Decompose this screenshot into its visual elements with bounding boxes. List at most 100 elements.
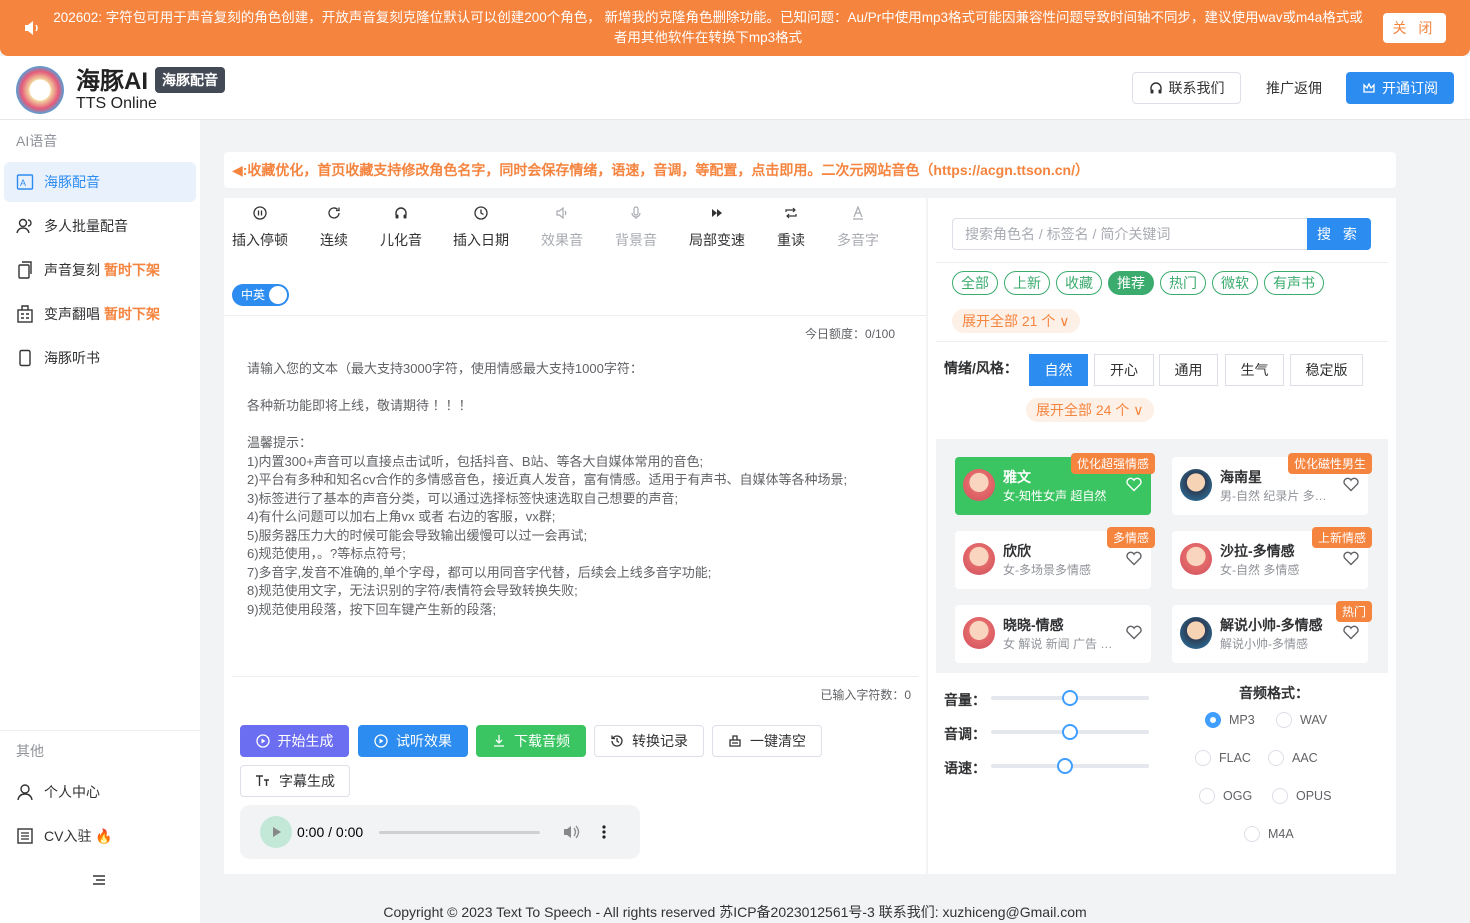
emotion-option[interactable]: 开心 <box>1094 354 1154 386</box>
radio-dot[interactable] <box>1205 712 1221 728</box>
radio-dot[interactable] <box>1272 788 1288 804</box>
voice-avatar <box>1180 469 1212 501</box>
subscribe-label: 开通订阅 <box>1382 80 1438 96</box>
volume-slider[interactable] <box>991 690 1149 706</box>
contact-button[interactable]: 联系我们 <box>1132 72 1241 104</box>
tool-polyphone[interactable]: 多音字 <box>837 206 879 250</box>
voice-card[interactable]: 海南星 男-自然 纪录片 多情感 优化磁性男生 <box>1172 453 1372 515</box>
tool-erhua[interactable]: 儿化音 <box>380 206 422 250</box>
player-time: 0:00 / 0:00 <box>297 824 364 840</box>
format-radio[interactable]: AAC <box>1268 750 1318 766</box>
radio-dot[interactable] <box>1244 826 1260 842</box>
expand-emotions-button[interactable]: 展开全部 24 个 ∨ <box>1026 398 1154 422</box>
voice-card[interactable]: 雅文 女-知性女声 超自然 优化超强情感 <box>955 453 1155 515</box>
tool-insert-date[interactable]: 插入日期 <box>453 206 509 250</box>
voice-search-input[interactable]: 搜索角色名 / 标签名 / 简介关键词 <box>952 218 1308 250</box>
favorite-heart-icon[interactable] <box>1125 623 1143 641</box>
voice-card[interactable]: 欣欣 女-多场景多情感 多情感 <box>955 527 1155 589</box>
favorite-heart-icon[interactable] <box>1342 623 1360 641</box>
voice-badge: 上新情感 <box>1311 527 1372 548</box>
menu-collapse-icon[interactable] <box>92 873 106 887</box>
more-options-icon[interactable] <box>599 824 609 840</box>
emotion-option[interactable]: 通用 <box>1159 354 1218 386</box>
tag-filter[interactable]: 微软 <box>1212 271 1258 295</box>
generate-button[interactable]: 开始生成 <box>240 725 349 757</box>
format-radio[interactable]: M4A <box>1244 826 1294 842</box>
tool-background-sound[interactable]: 背景音 <box>615 206 657 250</box>
subscribe-button[interactable]: 开通订阅 <box>1346 72 1454 104</box>
download-icon <box>494 735 504 747</box>
tool-continuous[interactable]: 连续 <box>320 206 348 250</box>
sidebar-item-voice-cover[interactable]: 变声翻唱 暂时下架 <box>4 294 196 334</box>
tag-filter[interactable]: 热门 <box>1160 271 1206 295</box>
tag-filter[interactable]: 收藏 <box>1056 271 1102 295</box>
format-radio[interactable]: OPUS <box>1272 788 1331 804</box>
expand-tags-button[interactable]: 展开全部 21 个 ∨ <box>952 309 1080 333</box>
editor-divider <box>232 676 918 677</box>
voice-card[interactable]: 解说小帅-多情感 解说小帅-多情感 热门 <box>1172 601 1372 663</box>
sidebar-item-audiobook[interactable]: 海豚听书 <box>4 338 196 378</box>
format-radio[interactable]: FLAC <box>1195 750 1251 766</box>
slider-thumb[interactable] <box>1057 758 1074 774</box>
volume-icon[interactable] <box>563 824 580 840</box>
speaker-icon <box>25 21 38 35</box>
format-radio[interactable]: OGG <box>1199 788 1252 804</box>
subtitle-button[interactable]: 字幕生成 <box>240 765 350 797</box>
tool-stress[interactable]: 重读 <box>777 206 805 250</box>
sidebar-item-dubbing[interactable]: A 海豚配音 <box>4 162 196 202</box>
dubbing-icon: A <box>16 174 34 190</box>
tool-sound-effect[interactable]: 效果音 <box>541 206 583 250</box>
pitch-slider[interactable] <box>991 724 1149 740</box>
favorite-heart-icon[interactable] <box>1125 475 1143 493</box>
favorite-heart-icon[interactable] <box>1342 475 1360 493</box>
history-button[interactable]: 转换记录 <box>594 725 704 757</box>
tag-filter[interactable]: 上新 <box>1004 271 1050 295</box>
announcement-text: 202602: 字符包可用于声音复刻的角色创建，开放声音复刻克隆位默认可以创建2… <box>53 10 1363 45</box>
close-announcement-button[interactable]: 关 闭 <box>1383 13 1446 43</box>
radio-dot[interactable] <box>1199 788 1215 804</box>
speed-slider[interactable] <box>991 758 1149 774</box>
emotion-option[interactable]: 稳定版 <box>1290 354 1363 386</box>
clear-button[interactable]: 一键清空 <box>712 725 822 757</box>
voice-badge: 热门 <box>1335 601 1372 622</box>
toggle-knob <box>269 286 287 304</box>
emotion-option[interactable]: 自然 <box>1029 354 1088 386</box>
radio-dot[interactable] <box>1268 750 1284 766</box>
voice-card[interactable]: 沙拉-多情感 女-自然 多情感 上新情感 <box>1172 527 1372 589</box>
slider-thumb[interactable] <box>1062 690 1078 706</box>
download-button[interactable]: 下载音频 <box>476 725 586 757</box>
format-radio[interactable]: WAV <box>1276 712 1327 728</box>
preview-button[interactable]: 试听效果 <box>358 725 468 757</box>
headphones-icon <box>395 207 407 219</box>
sidebar-item-profile[interactable]: 个人中心 <box>4 772 196 812</box>
slider-thumb[interactable] <box>1062 724 1078 740</box>
promo-button[interactable]: 推广返佣 <box>1252 72 1336 104</box>
voice-badge: 多情感 <box>1106 527 1155 548</box>
tag-filter[interactable]: 推荐 <box>1108 271 1154 295</box>
tag-filter[interactable]: 全部 <box>952 271 998 295</box>
speed-label: 语速： <box>944 760 986 776</box>
sidebar-item-batch-dubbing[interactable]: 多人批量配音 <box>4 206 196 246</box>
favorite-heart-icon[interactable] <box>1342 549 1360 567</box>
favorite-heart-icon[interactable] <box>1125 549 1143 567</box>
brand-subtitle: TTS Online <box>76 95 157 112</box>
sidebar: AI语音 A 海豚配音 多人批量配音 声音复刻 暂时下架 变声翻唱 暂时下架 海… <box>0 120 200 923</box>
history-label: 转换记录 <box>632 733 688 749</box>
search-button[interactable]: 搜 索 <box>1307 218 1371 250</box>
player-progress[interactable] <box>379 831 540 834</box>
emotion-option[interactable]: 生气 <box>1225 354 1284 386</box>
tool-insert-pause[interactable]: 插入停顿 <box>232 206 288 250</box>
sidebar-item-voice-clone[interactable]: 声音复刻 暂时下架 <box>4 250 196 290</box>
language-toggle[interactable]: 中英 <box>232 284 289 306</box>
brand-name: 海豚AI <box>76 68 148 95</box>
play-button[interactable] <box>260 816 292 848</box>
voice-card[interactable]: 晓晓-情感女 解说 新闻 广告 多情感 <box>955 605 1151 663</box>
radio-dot[interactable] <box>1195 750 1211 766</box>
sidebar-item-cv-join[interactable]: CV入驻 🔥 <box>4 816 196 856</box>
tool-local-speed[interactable]: 局部变速 <box>689 206 745 250</box>
format-radio[interactable]: MP3 <box>1205 712 1255 728</box>
radio-dot[interactable] <box>1276 712 1292 728</box>
sidebar-section-other: 其他 <box>16 743 44 759</box>
tag-filter[interactable]: 有声书 <box>1264 271 1324 295</box>
text-input[interactable]: 请输入您的文本（最大支持3000字符，使用情感最大支持1000字符： 各种新功能… <box>247 360 907 619</box>
